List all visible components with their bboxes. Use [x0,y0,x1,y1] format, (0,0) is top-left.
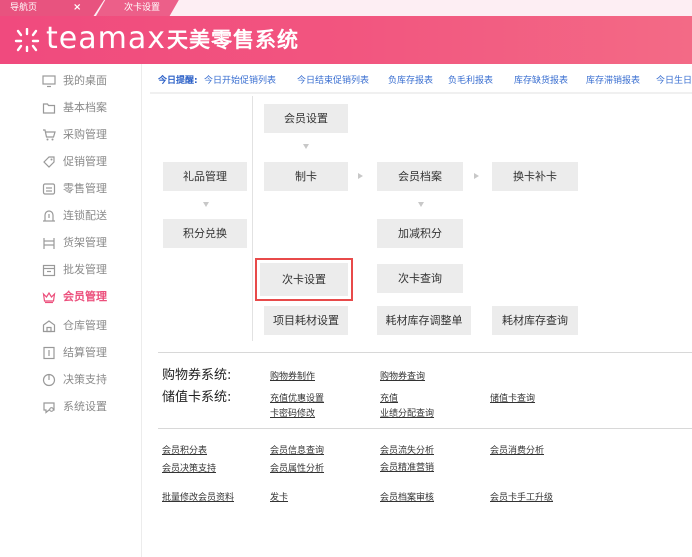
member-attribute-link[interactable]: 会员属性分析 [270,463,324,475]
sidebar-item-decision-support[interactable]: 决策支持 [0,367,142,393]
sidebar-item-basic-archive[interactable]: 基本档案 [0,95,142,121]
sidebar: 我的桌面 基本档案 采购管理 促销管理 零售管理 连锁配送 货架管理 批发管理 … [0,64,142,557]
times-card-settings-button[interactable]: 次卡设置 [255,258,353,301]
member-consumption-link[interactable]: 会员消费分析 [490,445,544,457]
monitor-icon [42,75,56,88]
sidebar-item-label: 零售管理 [63,182,107,195]
tag-icon [43,156,55,168]
project-material-settings-button[interactable]: 项目耗材设置 [264,306,348,335]
coupon-system-label: 购物券系统: [162,368,232,383]
recharge-link[interactable]: 充值 [380,393,398,405]
member-churn-link[interactable]: 会员流失分析 [380,445,434,457]
coupon-create-link[interactable]: 购物券制作 [270,371,315,383]
times-card-query-button[interactable]: 次卡查询 [377,264,463,293]
sidebar-item-label: 采购管理 [63,128,107,141]
delivery-icon [43,210,55,222]
points-adjust-button[interactable]: 加减积分 [377,219,463,248]
warehouse-icon [42,320,56,333]
shelf-icon [43,238,55,249]
arrow-down-icon [203,202,209,207]
member-precision-marketing-link[interactable]: 会员精准营销 [380,462,434,474]
box-icon [42,264,56,277]
reminder-bar: 今日提醒: 今日开始促销列表 今日结束促销列表 负库存报表 负毛利报表 库存缺货… [150,68,692,94]
arrow-right-icon [358,173,363,179]
crown-icon [42,291,56,304]
flow-divider [252,96,253,341]
arrow-right-icon [474,173,479,179]
arrow-down-icon [418,202,424,207]
app-header: teamax 天美零售系统 [0,16,692,64]
arrow-down-icon [303,144,309,149]
sidebar-item-label: 仓库管理 [63,319,107,332]
sidebar-item-label: 连锁配送 [63,209,107,222]
logo-icon [14,28,40,52]
sidebar-item-label: 我的桌面 [63,74,107,87]
sidebar-item-label: 货架管理 [63,236,107,249]
divider [158,352,692,353]
sidebar-item-label: 决策支持 [63,373,107,386]
sidebar-item-purchase[interactable]: 采购管理 [0,122,142,148]
sidebar-item-warehouse[interactable]: 仓库管理 [0,313,142,339]
tab-active-label: 次卡设置 [124,3,161,13]
coupon-query-link[interactable]: 购物券查询 [380,371,425,383]
sidebar-item-promotion[interactable]: 促销管理 [0,149,142,175]
register-icon [42,183,56,195]
reminder-link[interactable]: 库存滞销报表 [586,75,640,87]
tab-home[interactable]: 导航页 × [0,0,104,16]
reminder-link[interactable]: 今日开始促销列表 [204,75,276,87]
reminder-lead: 今日提醒: [158,76,198,86]
tab-times-card-settings[interactable]: 次卡设置 [96,0,179,16]
sidebar-item-wholesale[interactable]: 批发管理 [0,257,142,283]
issue-card-link[interactable]: 发卡 [270,492,288,504]
member-points-link[interactable]: 会员积分表 [162,445,207,457]
sidebar-item-desktop[interactable]: 我的桌面 [0,68,142,94]
card-replacement-button[interactable]: 换卡补卡 [492,162,578,191]
reminder-link[interactable]: 负毛利报表 [448,75,493,87]
system-title: 天美零售系统 [167,28,299,52]
member-info-query-link[interactable]: 会员信息查询 [270,445,324,457]
points-exchange-button[interactable]: 积分兑换 [163,219,247,248]
recharge-discount-link[interactable]: 充值优惠设置 [270,393,324,405]
sidebar-item-chain-delivery[interactable]: 连锁配送 [0,203,142,229]
make-card-button[interactable]: 制卡 [264,162,348,191]
sidebar-item-member-management[interactable]: 会员管理 [0,284,142,310]
stored-card-query-link[interactable]: 储值卡查询 [490,393,535,405]
close-icon[interactable]: × [73,0,81,16]
sidebar-item-label: 基本档案 [63,101,107,114]
batch-edit-member-link[interactable]: 批量修改会员资料 [162,492,234,504]
settings-icon [43,402,55,414]
sidebar-item-system-settings[interactable]: 系统设置 [0,394,142,420]
folder-icon [42,103,56,114]
cart-icon [43,129,56,141]
divider [158,428,692,429]
reminder-link[interactable]: 库存缺货报表 [514,75,568,87]
sidebar-item-label: 结算管理 [63,346,107,359]
reminder-link[interactable]: 今日结束促销列表 [297,75,369,87]
sidebar-item-retail[interactable]: 零售管理 [0,176,142,202]
sidebar-item-label: 系统设置 [63,400,107,413]
gift-management-button[interactable]: 礼品管理 [163,162,247,191]
member-decision-link[interactable]: 会员决策支持 [162,463,216,475]
member-archive-review-link[interactable]: 会员档案审核 [380,492,434,504]
performance-allocation-link[interactable]: 业绩分配查询 [380,408,434,420]
material-stock-query-button[interactable]: 耗材库存查询 [492,306,578,335]
sidebar-item-label: 批发管理 [63,263,107,276]
chart-icon [42,373,56,387]
reminder-link[interactable]: 负库存报表 [388,75,433,87]
tab-strip: 导航页 × 次卡设置 [0,0,692,16]
member-archive-button[interactable]: 会员档案 [377,162,463,191]
sidebar-item-shelf[interactable]: 货架管理 [0,230,142,256]
ledger-icon [43,346,55,360]
sidebar-item-label: 促销管理 [63,155,107,168]
stored-value-system-label: 储值卡系统: [162,390,232,405]
sidebar-item-label: 会员管理 [63,290,107,303]
logo-text: teamax [46,21,166,56]
member-card-upgrade-link[interactable]: 会员卡手工升级 [490,492,553,504]
reminder-link[interactable]: 今日生日 [656,75,692,87]
material-stock-adjust-button[interactable]: 耗材库存调整单 [377,306,471,335]
sidebar-item-settlement[interactable]: 结算管理 [0,340,142,366]
tab-home-label: 导航页 [10,3,38,13]
card-password-link[interactable]: 卡密码修改 [270,408,315,420]
member-settings-button[interactable]: 会员设置 [264,104,348,133]
